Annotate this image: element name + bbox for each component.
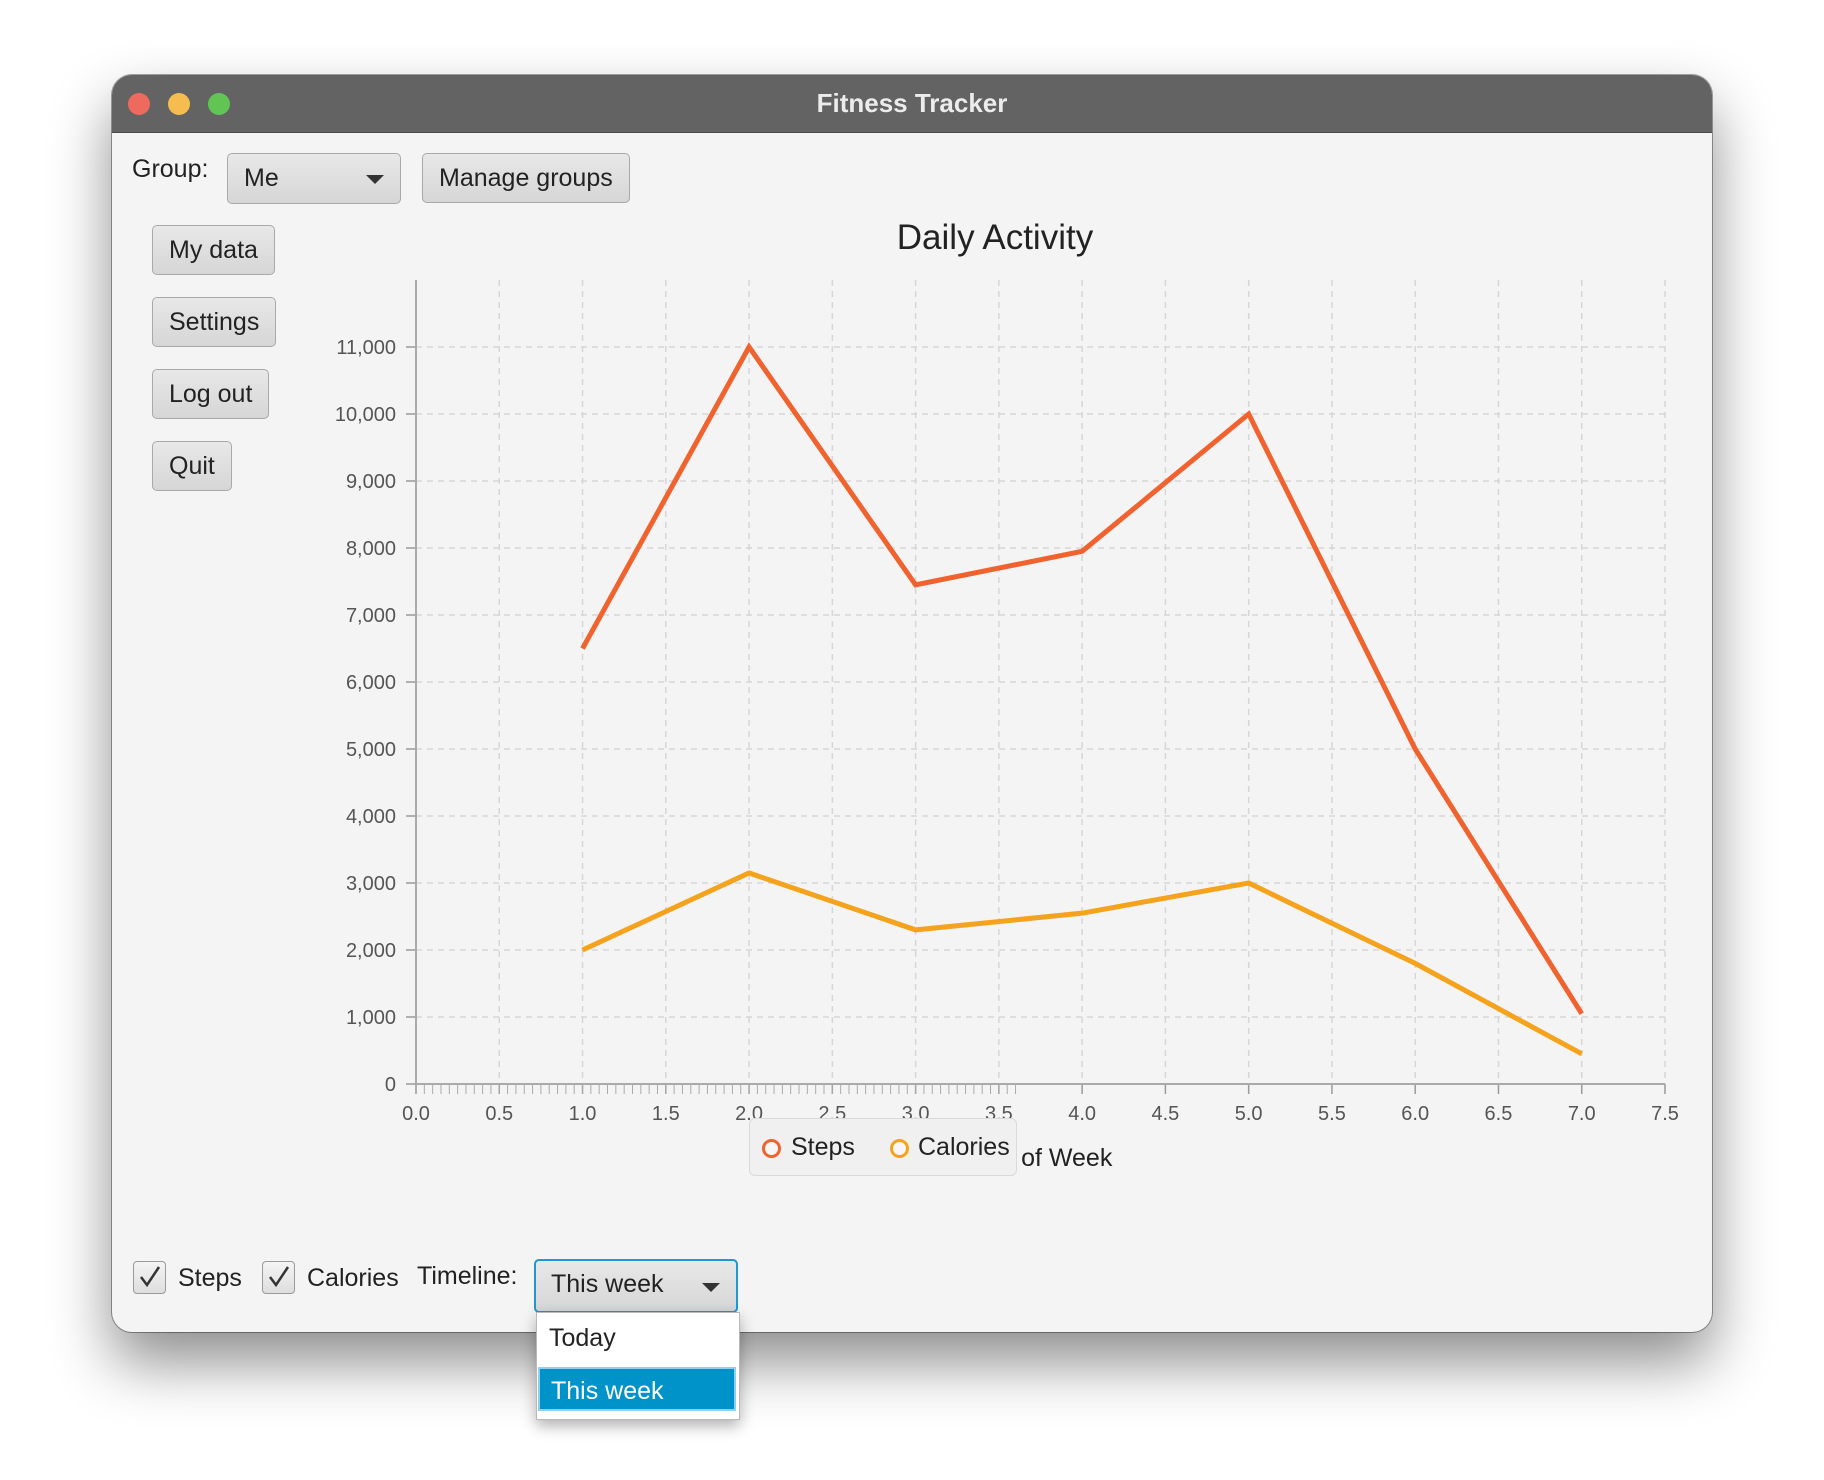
y-tick-label: 11,000	[336, 337, 396, 359]
timeline-select[interactable]: This week	[534, 1259, 738, 1313]
x-tick-label: 5.0	[1235, 1103, 1263, 1125]
calories-legend-label: Calories	[918, 1133, 1010, 1161]
x-tick-label: 1.0	[569, 1103, 597, 1125]
x-tick-label: 6.5	[1485, 1103, 1513, 1125]
timeline-option-today[interactable]: Today	[538, 1316, 736, 1360]
timeline-dropdown: Today This week	[536, 1312, 740, 1420]
x-tick-label: 6.0	[1401, 1103, 1429, 1125]
steps-checkbox[interactable]	[133, 1261, 166, 1294]
y-tick-label: 6,000	[346, 672, 396, 694]
y-tick-label: 7,000	[346, 605, 396, 627]
x-tick-label: 4.5	[1151, 1103, 1179, 1125]
calories-checkbox-label[interactable]: Calories	[307, 1264, 399, 1293]
x-tick-label: 0.0	[402, 1103, 430, 1125]
y-tick-label: 1,000	[346, 1007, 396, 1029]
timeline-select-value: This week	[551, 1270, 664, 1298]
timeline-option-this-week[interactable]: This week	[538, 1367, 736, 1411]
y-tick-label: 2,000	[346, 940, 396, 962]
x-tick-label: 4.0	[1068, 1103, 1096, 1125]
y-tick-label: 10,000	[335, 404, 396, 426]
y-tick-label: 8,000	[346, 538, 396, 560]
timeline-label: Timeline:	[417, 1262, 518, 1290]
checkmark-icon	[269, 1266, 290, 1288]
calories-legend-marker	[890, 1139, 909, 1158]
steps-legend-marker	[762, 1139, 781, 1158]
steps-legend-label: Steps	[791, 1133, 855, 1161]
calories-checkbox[interactable]	[262, 1261, 295, 1294]
x-tick-label: 5.5	[1318, 1103, 1346, 1125]
y-tick-label: 3,000	[346, 873, 396, 895]
x-tick-label: 0.5	[485, 1103, 513, 1125]
chart-legend: Steps Calories	[749, 1118, 1017, 1176]
chart-title: Daily Activity	[897, 218, 1094, 257]
chart-grid	[416, 280, 1666, 1084]
y-tick-label: 9,000	[346, 471, 396, 493]
x-tick-label: 7.5	[1651, 1103, 1679, 1125]
steps-checkbox-label[interactable]: Steps	[178, 1264, 242, 1293]
x-tick-label: 7.0	[1568, 1103, 1596, 1125]
y-tick-label: 5,000	[346, 739, 396, 761]
chevron-down-icon	[702, 1283, 720, 1292]
checkmark-icon	[140, 1266, 161, 1288]
daily-activity-chart: Daily Activity 0.0 0.5 1.0 1.5 2.0 2.5 3.0 3.5 4…	[335, 218, 1679, 1172]
y-tick-label: 0	[385, 1074, 396, 1096]
x-tick-label: 1.5	[652, 1103, 680, 1125]
y-tick-label: 4,000	[346, 806, 396, 828]
